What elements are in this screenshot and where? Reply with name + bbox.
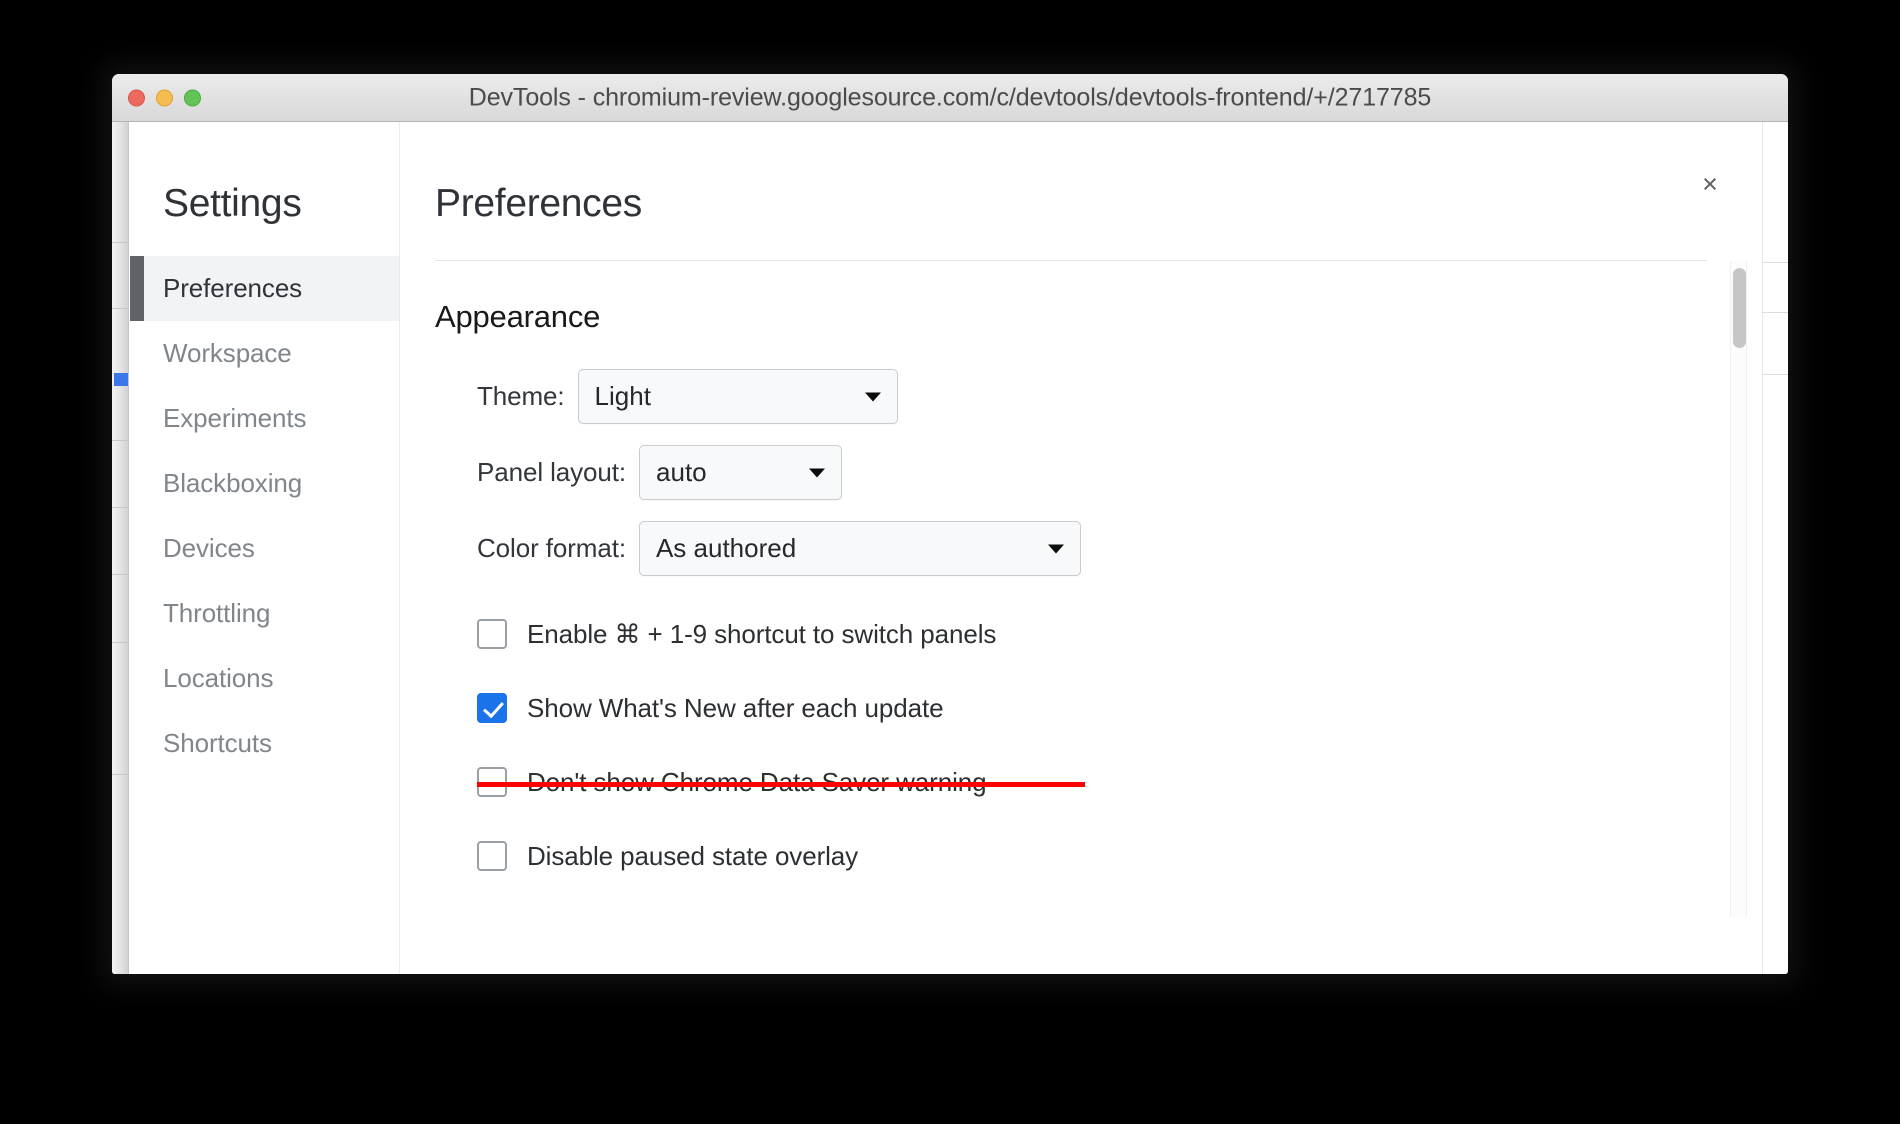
color-format-label: Color format: — [477, 533, 626, 563]
content-scrollbar-track[interactable] — [1730, 261, 1747, 917]
sidebar-item-label: Shortcuts — [163, 728, 272, 758]
settings-main-panel: Preferences Appearance Theme: Light Pane… — [400, 122, 1761, 974]
checkbox-disable-paused-overlay[interactable] — [477, 841, 507, 871]
sidebar-item-locations[interactable]: Locations — [130, 646, 399, 711]
section-heading-appearance: Appearance — [435, 299, 601, 334]
panel-layout-select[interactable]: auto — [639, 445, 843, 500]
checkbox-label: Enable ⌘ + 1-9 shortcut to switch panels — [527, 618, 997, 649]
sidebar-item-label: Devices — [163, 533, 255, 563]
panel-layout-label: Panel layout: — [477, 457, 627, 487]
devtools-strip-marker — [114, 373, 128, 386]
sidebar-item-workspace[interactable]: Workspace — [130, 321, 399, 386]
theme-label: Theme: — [477, 381, 565, 411]
settings-dialog: × Settings Preferences Workspace Experim… — [130, 122, 1761, 974]
screen: DevTools - chromium-review.googlesource.… — [0, 0, 1900, 1124]
checkbox-show-whats-new[interactable] — [477, 693, 507, 723]
sidebar-item-label: Preferences — [163, 273, 303, 303]
sidebar-item-devices[interactable]: Devices — [130, 516, 399, 581]
os-window: DevTools - chromium-review.googlesource.… — [112, 74, 1788, 974]
field-row-panel-layout: Panel layout: auto — [435, 445, 1707, 500]
chevron-down-icon — [864, 392, 881, 401]
sidebar-item-label: Experiments — [163, 403, 307, 433]
checkbox-row-enable-shortcut[interactable]: Enable ⌘ + 1-9 shortcut to switch panels — [435, 597, 1707, 671]
window-body: × Settings Preferences Workspace Experim… — [112, 122, 1788, 974]
field-row-theme: Theme: Light — [435, 369, 1707, 424]
devtools-right-strip — [1762, 122, 1788, 974]
sidebar-item-label: Locations — [163, 663, 274, 693]
sidebar-item-label: Throttling — [163, 598, 271, 628]
theme-select-value: Light — [594, 381, 651, 411]
field-row-color-format: Color format: As authored — [435, 521, 1707, 576]
checkbox-row-show-whats-new[interactable]: Show What's New after each update — [435, 671, 1707, 745]
color-format-select[interactable]: As authored — [638, 521, 1081, 576]
devtools-left-strip — [112, 122, 129, 974]
preferences-content: Appearance Theme: Light Panel layout: au… — [435, 261, 1761, 917]
sidebar-item-label: Blackboxing — [163, 468, 303, 498]
sidebar-item-label: Workspace — [163, 338, 292, 368]
page-title: Preferences — [435, 182, 642, 225]
color-format-select-value: As authored — [655, 533, 797, 563]
sidebar-item-throttling[interactable]: Throttling — [130, 581, 399, 646]
checkbox-label: Don't show Chrome Data Saver warning — [527, 766, 987, 797]
chevron-down-icon — [809, 468, 826, 477]
sidebar-list: Preferences Workspace Experiments Blackb… — [130, 256, 399, 776]
content-scrollbar-thumb[interactable] — [1733, 268, 1746, 348]
checkbox-label: Disable paused state overlay — [527, 840, 859, 871]
settings-sidebar: Settings Preferences Workspace Experimen… — [130, 122, 400, 974]
window-titlebar[interactable]: DevTools - chromium-review.googlesource.… — [112, 74, 1788, 122]
checkbox-row-data-saver-warning[interactable]: Don't show Chrome Data Saver warning — [435, 745, 1707, 819]
checkbox-enable-shortcut[interactable] — [477, 619, 507, 649]
sidebar-title: Settings — [163, 182, 302, 225]
sidebar-item-preferences[interactable]: Preferences — [130, 256, 399, 321]
theme-select[interactable]: Light — [577, 369, 898, 424]
sidebar-item-blackboxing[interactable]: Blackboxing — [130, 451, 399, 516]
checkbox-row-disable-paused-overlay[interactable]: Disable paused state overlay — [435, 819, 1707, 893]
checkbox-data-saver-warning[interactable] — [477, 767, 507, 797]
chevron-down-icon — [1047, 544, 1064, 553]
checkbox-label: Show What's New after each update — [527, 692, 944, 723]
panel-layout-select-value: auto — [656, 457, 707, 487]
sidebar-item-shortcuts[interactable]: Shortcuts — [130, 711, 399, 776]
sidebar-item-experiments[interactable]: Experiments — [130, 386, 399, 451]
window-title: DevTools - chromium-review.googlesource.… — [468, 83, 1432, 111]
